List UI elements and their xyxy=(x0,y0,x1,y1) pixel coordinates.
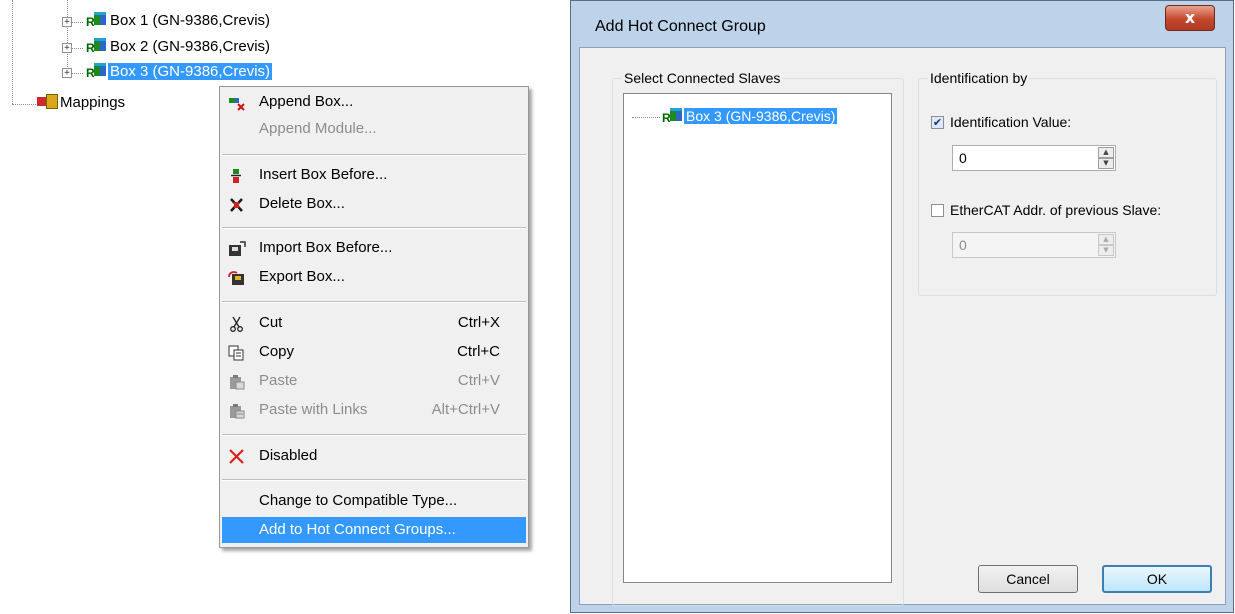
spin-up-icon[interactable]: ▲ xyxy=(1098,234,1114,245)
tree-item-label: Box 3 (GN-9386,Crevis) xyxy=(108,63,273,80)
menu-item-label: Paste xyxy=(259,372,298,389)
menu-item-label: Paste with Links xyxy=(259,401,368,418)
menu-item-label: Copy xyxy=(259,343,295,360)
paste-icon xyxy=(228,373,246,390)
menu-item-append-module[interactable]: Append Module... xyxy=(222,116,526,142)
export-icon xyxy=(228,269,246,285)
menu-item-label: Change to Compatible Type... xyxy=(259,492,458,509)
ok-button[interactable]: OK xyxy=(1102,565,1212,593)
menu-item-label: Append Box... xyxy=(259,93,354,110)
menu-item-label: Export Box... xyxy=(259,268,345,285)
cancel-button[interactable]: Cancel xyxy=(978,565,1078,593)
context-menu: Append Box... Append Module... Insert Bo… xyxy=(219,86,529,548)
identification-value-label: Identification Value: xyxy=(950,114,1072,130)
terminal-box-icon: R xyxy=(660,107,684,125)
tree-item-label: Box 1 (GN-9386,Crevis) xyxy=(110,12,271,29)
ethercat-addr-checkbox[interactable] xyxy=(931,204,944,217)
tree-item-label: Box 2 (GN-9386,Crevis) xyxy=(110,38,271,55)
import-icon xyxy=(228,240,246,256)
tree-item-label: Mappings xyxy=(60,94,126,111)
spinner-value: 0 xyxy=(959,237,967,253)
tree-branch-line xyxy=(67,0,68,73)
spin-up-icon[interactable]: ▲ xyxy=(1098,147,1114,158)
spinner-buttons: ▲ ▼ xyxy=(1098,234,1114,256)
scissors-icon xyxy=(228,315,246,332)
copy-icon xyxy=(228,344,246,361)
ethercat-addr-label: EtherCAT Addr. of previous Slave: xyxy=(950,202,1162,218)
menu-item-label: Disabled xyxy=(259,447,318,464)
menu-item-append-box[interactable]: Append Box... xyxy=(222,89,526,115)
identification-by-label: Identification by xyxy=(928,70,1030,86)
menu-item-paste-with-links[interactable]: Paste with Links Alt+Ctrl+V xyxy=(222,397,526,423)
menu-item-change-to-compatible-type[interactable]: Change to Compatible Type... xyxy=(222,488,526,514)
menu-item-shortcut: Ctrl+C xyxy=(457,343,500,360)
expand-icon[interactable]: + xyxy=(62,17,72,27)
mappings-icon xyxy=(36,93,58,109)
menu-item-shortcut: Ctrl+X xyxy=(457,314,500,331)
menu-item-paste[interactable]: Paste Ctrl+V xyxy=(222,368,526,394)
menu-item-label: Import Box Before... xyxy=(259,239,393,256)
insert-box-icon xyxy=(228,167,246,183)
menu-item-label: Insert Box Before... xyxy=(259,166,388,183)
menu-separator xyxy=(222,434,526,436)
expand-icon[interactable]: + xyxy=(62,43,72,53)
menu-item-import-box-before[interactable]: Import Box Before... xyxy=(222,235,526,261)
menu-item-label: Delete Box... xyxy=(259,195,345,212)
spinner-buttons: ▲ ▼ xyxy=(1098,147,1114,169)
select-connected-slaves-label: Select Connected Slaves xyxy=(622,70,783,86)
tree-item-box-1[interactable]: R Box 1 (GN-9386,Crevis) xyxy=(84,11,272,31)
terminal-box-icon: R xyxy=(84,11,108,29)
menu-separator xyxy=(222,227,526,229)
identification-by-group xyxy=(918,78,1217,296)
tree-item-box-2[interactable]: R Box 2 (GN-9386,Crevis) xyxy=(84,37,272,57)
slave-item-box-3[interactable]: R Box 3 (GN-9386,Crevis) xyxy=(660,106,839,126)
menu-separator xyxy=(222,479,526,481)
menu-separator xyxy=(222,154,526,156)
menu-item-insert-box-before[interactable]: Insert Box Before... xyxy=(222,162,526,188)
spin-down-icon[interactable]: ▼ xyxy=(1098,245,1114,256)
dialog-title: Add Hot Connect Group xyxy=(595,18,766,35)
slaves-list[interactable]: R Box 3 (GN-9386,Crevis) xyxy=(623,93,892,583)
menu-item-export-box[interactable]: Export Box... xyxy=(222,264,526,290)
add-hot-connect-group-dialog: Add Hot Connect Group x Select Connected… xyxy=(570,0,1234,613)
ethercat-addr-spinner[interactable]: 0 ▲ ▼ xyxy=(952,232,1116,258)
menu-item-shortcut: Ctrl+V xyxy=(457,372,500,389)
identification-value-checkbox[interactable]: ✔ xyxy=(931,116,944,129)
tree-item-box-3[interactable]: R Box 3 (GN-9386,Crevis) xyxy=(84,62,273,82)
menu-item-delete-box[interactable]: Delete Box... xyxy=(222,191,526,217)
menu-item-disabled[interactable]: Disabled xyxy=(222,443,526,469)
menu-item-add-to-hot-connect-groups[interactable]: Add to Hot Connect Groups... xyxy=(222,517,526,543)
terminal-box-icon: R xyxy=(84,37,108,55)
menu-item-label: Add to Hot Connect Groups... xyxy=(259,521,456,538)
expand-icon[interactable]: + xyxy=(62,68,72,78)
spin-down-icon[interactable]: ▼ xyxy=(1098,158,1114,169)
tree-connector xyxy=(12,104,38,105)
terminal-box-icon: R xyxy=(84,62,108,80)
menu-separator xyxy=(222,301,526,303)
dialog-client-area: Select Connected Slaves R Box 3 (GN-9386,… xyxy=(579,47,1226,606)
menu-item-cut[interactable]: Cut Ctrl+X xyxy=(222,310,526,336)
delete-box-icon xyxy=(228,196,246,212)
red-x-icon xyxy=(228,448,246,464)
tree-item-mappings[interactable]: Mappings xyxy=(36,93,127,113)
append-box-icon xyxy=(228,94,246,111)
paste-links-icon xyxy=(228,402,246,419)
menu-item-shortcut: Alt+Ctrl+V xyxy=(431,401,500,418)
spinner-value: 0 xyxy=(959,150,967,166)
slave-item-label: Box 3 (GN-9386,Crevis) xyxy=(682,107,839,125)
tree-connector xyxy=(632,117,660,118)
menu-item-label: Append Module... xyxy=(259,120,377,137)
close-button[interactable]: x xyxy=(1165,5,1215,31)
identification-value-spinner[interactable]: 0 ▲ ▼ xyxy=(952,145,1116,171)
menu-item-label: Cut xyxy=(259,314,283,331)
tree-root-line xyxy=(12,0,13,104)
menu-item-copy[interactable]: Copy Ctrl+C xyxy=(222,339,526,365)
